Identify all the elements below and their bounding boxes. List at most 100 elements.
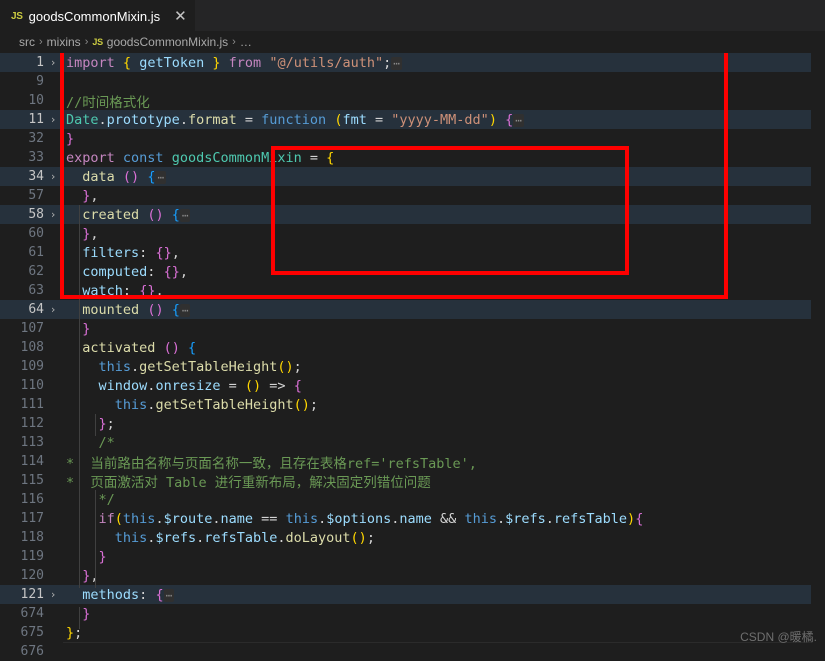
- code-line[interactable]: 113 /*: [0, 433, 825, 452]
- code-content: */: [66, 491, 115, 508]
- breadcrumb: src › mixins › JS goodsCommonMixin.js › …: [0, 31, 825, 53]
- line-number: 113: [20, 435, 44, 450]
- code-content: if(this.$route.name == this.$options.nam…: [98, 510, 644, 527]
- line-number: 11: [28, 112, 44, 127]
- code-line[interactable]: 115 * 页面激活对 Table 进行重新布局，解决固定列错位问题: [0, 471, 825, 491]
- code-line[interactable]: 58 › created () {⋯: [0, 205, 825, 224]
- line-number: 112: [20, 416, 44, 431]
- close-icon[interactable]: ✕: [174, 9, 187, 24]
- indent-guide: [79, 376, 80, 588]
- tab-bar-empty-area: [194, 0, 825, 31]
- line-number: 121: [20, 587, 44, 602]
- code-content: }: [66, 130, 75, 147]
- line-number: 108: [20, 340, 44, 355]
- code-line[interactable]: 675 };: [0, 623, 825, 642]
- code-line[interactable]: 112 };: [0, 414, 825, 433]
- line-number: 674: [20, 606, 44, 621]
- code-content: * 当前路由名称与页面名称一致，且存在表格ref='refsTable',: [66, 455, 477, 472]
- tab-label: goodsCommonMixin.js: [28, 8, 161, 24]
- breadcrumb-item-file[interactable]: goodsCommonMixin.js: [107, 35, 228, 49]
- code-content: watch: {},: [82, 282, 164, 299]
- code-line[interactable]: 1 › import { getToken } from "@/utils/au…: [0, 53, 825, 72]
- line-number: 111: [20, 397, 44, 412]
- code-line[interactable]: 11 › Date.prototype.format = function (f…: [0, 110, 825, 129]
- line-number: 33: [28, 150, 44, 165]
- javascript-file-icon: JS: [11, 10, 23, 22]
- watermark: CSDN @暖橘.: [740, 630, 817, 644]
- line-number: 63: [28, 283, 44, 298]
- line-number: 107: [20, 321, 44, 336]
- code-line[interactable]: 109 this.getSetTableHeight();: [0, 357, 825, 376]
- code-content: }: [98, 548, 107, 565]
- code-line[interactable]: 63 watch: {},: [0, 281, 825, 300]
- code-line[interactable]: 64 › mounted () {⋯: [0, 300, 825, 319]
- code-line[interactable]: 107 }: [0, 319, 825, 338]
- code-content: window.onresize = () => {: [98, 377, 302, 394]
- code-line[interactable]: 676: [0, 642, 825, 661]
- line-number: 120: [20, 568, 44, 583]
- code-line[interactable]: 118 this.$refs.refsTable.doLayout();: [0, 528, 825, 547]
- code-line[interactable]: 111 this.getSetTableHeight();: [0, 395, 825, 414]
- code-line[interactable]: 34 › data () {⋯: [0, 167, 825, 186]
- line-number: 675: [20, 625, 44, 640]
- code-content: //时间格式化: [66, 94, 150, 111]
- javascript-file-icon: JS: [92, 37, 103, 47]
- breadcrumb-item-symbol[interactable]: …: [240, 35, 252, 49]
- code-line[interactable]: 121 › methods: {⋯: [0, 585, 825, 604]
- code-editor[interactable]: 1 › import { getToken } from "@/utils/au…: [0, 53, 825, 661]
- code-line[interactable]: 62 computed: {},: [0, 262, 825, 281]
- breadcrumb-item-src[interactable]: src: [19, 35, 35, 49]
- chevron-right-icon: ›: [232, 36, 236, 48]
- indent-guide: [95, 490, 96, 588]
- code-line[interactable]: 120 },: [0, 566, 825, 585]
- code-content: },: [82, 567, 98, 584]
- fold-chevron-icon[interactable]: ›: [44, 113, 62, 126]
- code-line[interactable]: 114 * 当前路由名称与页面名称一致，且存在表格ref='refsTable'…: [0, 452, 825, 472]
- code-content: this.getSetTableHeight();: [98, 358, 302, 375]
- indent-guide: [95, 414, 96, 436]
- line-number: 109: [20, 359, 44, 374]
- fold-chevron-icon[interactable]: ›: [44, 208, 62, 221]
- code-line[interactable]: 108 activated () {: [0, 338, 825, 357]
- code-content: },: [82, 187, 99, 204]
- code-content: import { getToken } from "@/utils/auth";…: [66, 54, 402, 71]
- breadcrumb-item-mixins[interactable]: mixins: [47, 35, 81, 49]
- code-line[interactable]: 9: [0, 72, 825, 91]
- line-number: 119: [20, 549, 44, 564]
- code-line[interactable]: 60 },: [0, 224, 825, 243]
- code-line[interactable]: 33 export const goodsCommonMixin = {: [0, 148, 825, 167]
- fold-chevron-icon[interactable]: ›: [44, 170, 62, 183]
- indent-guide: [79, 205, 80, 376]
- code-line[interactable]: 116 */: [0, 490, 825, 509]
- code-line[interactable]: 110 window.onresize = () => {: [0, 376, 825, 395]
- code-content: * 页面激活对 Table 进行重新布局，解决固定列错位问题: [66, 474, 431, 491]
- code-line[interactable]: 119 }: [0, 547, 825, 566]
- code-content: }: [82, 605, 91, 622]
- tab-goodsCommonMixin-js[interactable]: JS goodsCommonMixin.js ✕: [0, 0, 195, 31]
- code-line[interactable]: 117 if(this.$route.name == this.$options…: [0, 509, 825, 528]
- code-content: methods: {⋯: [82, 586, 175, 603]
- code-line[interactable]: 61 filters: {},: [0, 243, 825, 262]
- line-number: 64: [28, 302, 44, 317]
- code-content: data () {⋯: [82, 168, 167, 185]
- line-number: 62: [28, 264, 44, 279]
- code-content: }: [82, 320, 91, 337]
- code-line[interactable]: 10 //时间格式化: [0, 91, 825, 111]
- line-number: 10: [28, 93, 44, 108]
- code-line[interactable]: 674 }: [0, 604, 825, 623]
- fold-chevron-icon[interactable]: ›: [44, 588, 62, 601]
- code-content: Date.prototype.format = function (fmt = …: [66, 111, 524, 128]
- code-content: },: [82, 225, 99, 242]
- code-content: /*: [66, 434, 115, 451]
- line-number: 1: [36, 55, 44, 70]
- code-content: export const goodsCommonMixin = {: [66, 149, 335, 166]
- line-number: 117: [20, 511, 44, 526]
- code-content: activated () {: [82, 339, 197, 356]
- fold-chevron-icon[interactable]: ›: [44, 303, 62, 316]
- code-line[interactable]: 57 },: [0, 186, 825, 205]
- fold-chevron-icon[interactable]: ›: [44, 56, 62, 69]
- code-line[interactable]: 32 }: [0, 129, 825, 148]
- line-number: 60: [28, 226, 44, 241]
- code-content: this.$refs.refsTable.doLayout();: [114, 529, 375, 546]
- line-number: 676: [20, 644, 44, 659]
